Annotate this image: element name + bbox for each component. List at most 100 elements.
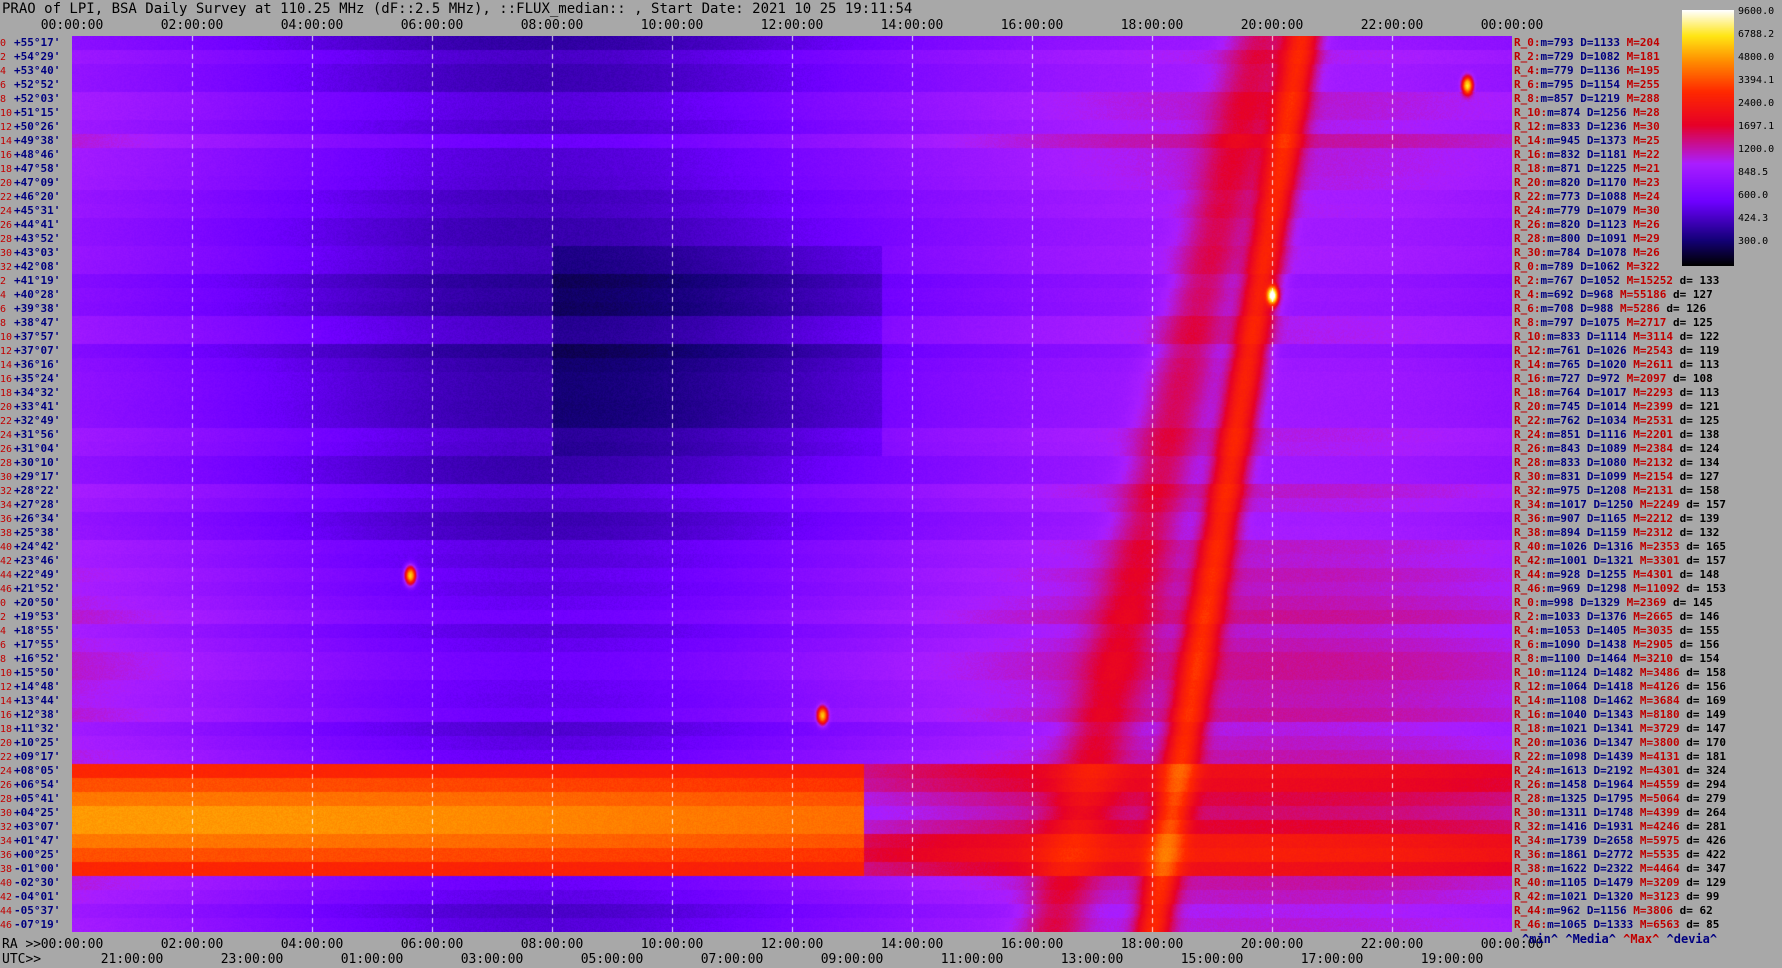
stat-median: 1208 (1600, 484, 1627, 497)
stat-max: 2353 (1653, 540, 1680, 553)
row-stat: R_46:m=1065 D=1333 M=6563 d= 85 (1514, 918, 1720, 931)
row-index: 46 (0, 920, 13, 931)
stat-median: 1321 (1606, 554, 1634, 567)
axis-tick: 02:00:00 (160, 937, 224, 952)
declination-value: +45°31' (14, 204, 61, 217)
stat-max: 8180 (1653, 708, 1680, 721)
declination-row: 2 +19°53' (0, 610, 60, 624)
stat-deviation: 122 (1699, 330, 1720, 343)
color-scale-label: 1200.0 (1738, 144, 1775, 155)
stat-max: 195 (1639, 64, 1660, 77)
stat-max: 2312 (1646, 526, 1674, 539)
stat-median: 1075 (1593, 316, 1621, 329)
declination-value: +50°26' (14, 120, 61, 133)
stat-receiver: R_42: (1514, 890, 1548, 903)
declination-row: 12 +37°07' (0, 344, 60, 358)
row-index: 22 (0, 416, 13, 427)
stat-deviation: 129 (1706, 876, 1726, 889)
row-index: 32 (0, 486, 13, 497)
stat-receiver: R_22: (1514, 190, 1548, 203)
stat-deviation: 113 (1699, 358, 1720, 371)
declination-value: +35°24' (14, 372, 61, 385)
stat-min: 800 (1560, 232, 1581, 245)
declination-row: 6 +17°55' (0, 638, 60, 652)
declination-value: +49°38' (14, 134, 61, 147)
stat-median: 1482 (1606, 666, 1634, 679)
stat-receiver: R_4: (1514, 624, 1541, 637)
stat-deviation: 133 (1699, 274, 1720, 287)
stat-receiver: R_8: (1514, 316, 1541, 329)
declination-row: 26 +31°04' (0, 442, 60, 456)
stat-min: 833 (1560, 330, 1581, 343)
axis-tick: 06:00:00 (400, 18, 464, 33)
stat-max: 22 (1646, 148, 1660, 161)
row-stat: R_0:m=998 D=1329 M=2369 d= 145 (1514, 596, 1713, 609)
declination-row: 22 +46°20' (0, 190, 60, 204)
declination-row: 40 +24°42' (0, 540, 60, 554)
stat-min: 843 (1560, 442, 1581, 455)
row-index: 20 (0, 738, 13, 749)
stat-receiver: R_8: (1514, 92, 1541, 105)
declination-value: +18°55' (14, 624, 61, 637)
row-index: 40 (0, 878, 13, 889)
stat-min: 1311 (1560, 806, 1587, 819)
declination-row: 20 +47°09' (0, 176, 60, 190)
axis-tick: 22:00:00 (1360, 937, 1424, 952)
declination-row: 34 +01°47' (0, 834, 60, 848)
color-scale-labels: 9600.0 6788.2 4800.0 3394.1 2400.0 1697.1 1200… (1738, 6, 1782, 276)
declination-value: +47°58' (14, 162, 61, 175)
stat-max: 2201 (1646, 428, 1674, 441)
stat-min: 692 (1553, 288, 1574, 301)
axis-tick: 10:00:00 (640, 18, 704, 33)
stat-receiver: R_10: (1514, 330, 1548, 343)
row-index: 44 (0, 570, 13, 581)
axis-tick: 18:00:00 (1120, 937, 1184, 952)
stat-min: 1036 (1560, 736, 1587, 749)
declination-row: 24 +08°05' (0, 764, 60, 778)
row-index: 8 (0, 318, 7, 329)
stat-median: 1052 (1593, 274, 1621, 287)
stat-min: 767 (1553, 274, 1574, 287)
stat-deviation: 158 (1706, 666, 1726, 679)
stat-max: 23 (1646, 176, 1660, 189)
stat-deviation: 85 (1706, 918, 1720, 931)
row-stat: R_18:m=871 D=1225 M=21 (1514, 162, 1660, 175)
flux-heatmap[interactable] (72, 36, 1512, 932)
row-stat: R_26:m=843 D=1089 M=2384 d= 124 (1514, 442, 1720, 455)
declination-row: 4 +18°55' (0, 624, 60, 638)
stat-deviation: 149 (1706, 708, 1726, 721)
row-stat: R_34:m=1017 D=1250 M=2249 d= 157 (1514, 498, 1726, 511)
declination-value: +38°47' (14, 316, 61, 329)
declination-row: 30 +43°03' (0, 246, 60, 260)
row-index: 20 (0, 178, 13, 189)
stat-min: 797 (1553, 316, 1574, 329)
stats-legend: ^min^ ^Media^ ^Max^ ^devia^ (1522, 932, 1717, 946)
stat-min: 1090 (1553, 638, 1581, 651)
stat-min: 874 (1560, 106, 1581, 119)
row-index: 42 (0, 556, 13, 567)
stat-median: 1795 (1606, 792, 1634, 805)
legend-devia: ^devia^ (1666, 932, 1718, 946)
stat-deviation: 165 (1706, 540, 1726, 553)
stat-min: 907 (1560, 512, 1581, 525)
stat-median: 1479 (1606, 876, 1634, 889)
row-stat: R_22:m=773 D=1088 M=24 (1514, 190, 1660, 203)
declination-value: +22°49' (14, 568, 61, 581)
axis-tick: 09:00:00 (820, 952, 884, 967)
stat-median: 1034 (1600, 414, 1627, 427)
stat-median: 1091 (1600, 232, 1627, 245)
stat-median: 1089 (1600, 442, 1627, 455)
declination-value: +06°54' (14, 778, 61, 791)
stat-median: 1373 (1600, 134, 1627, 147)
row-index: 22 (0, 752, 13, 763)
stat-min: 1065 (1560, 918, 1587, 931)
stat-receiver: R_0: (1514, 596, 1541, 609)
stat-max: 5535 (1653, 848, 1680, 861)
stat-min: 820 (1560, 218, 1581, 231)
stat-receiver: R_18: (1514, 162, 1548, 175)
stat-max: 15252 (1639, 274, 1673, 287)
stat-receiver: R_22: (1514, 414, 1548, 427)
stat-max: 2384 (1646, 442, 1674, 455)
declination-value: +11°32' (14, 722, 61, 735)
stat-min: 793 (1553, 36, 1574, 49)
